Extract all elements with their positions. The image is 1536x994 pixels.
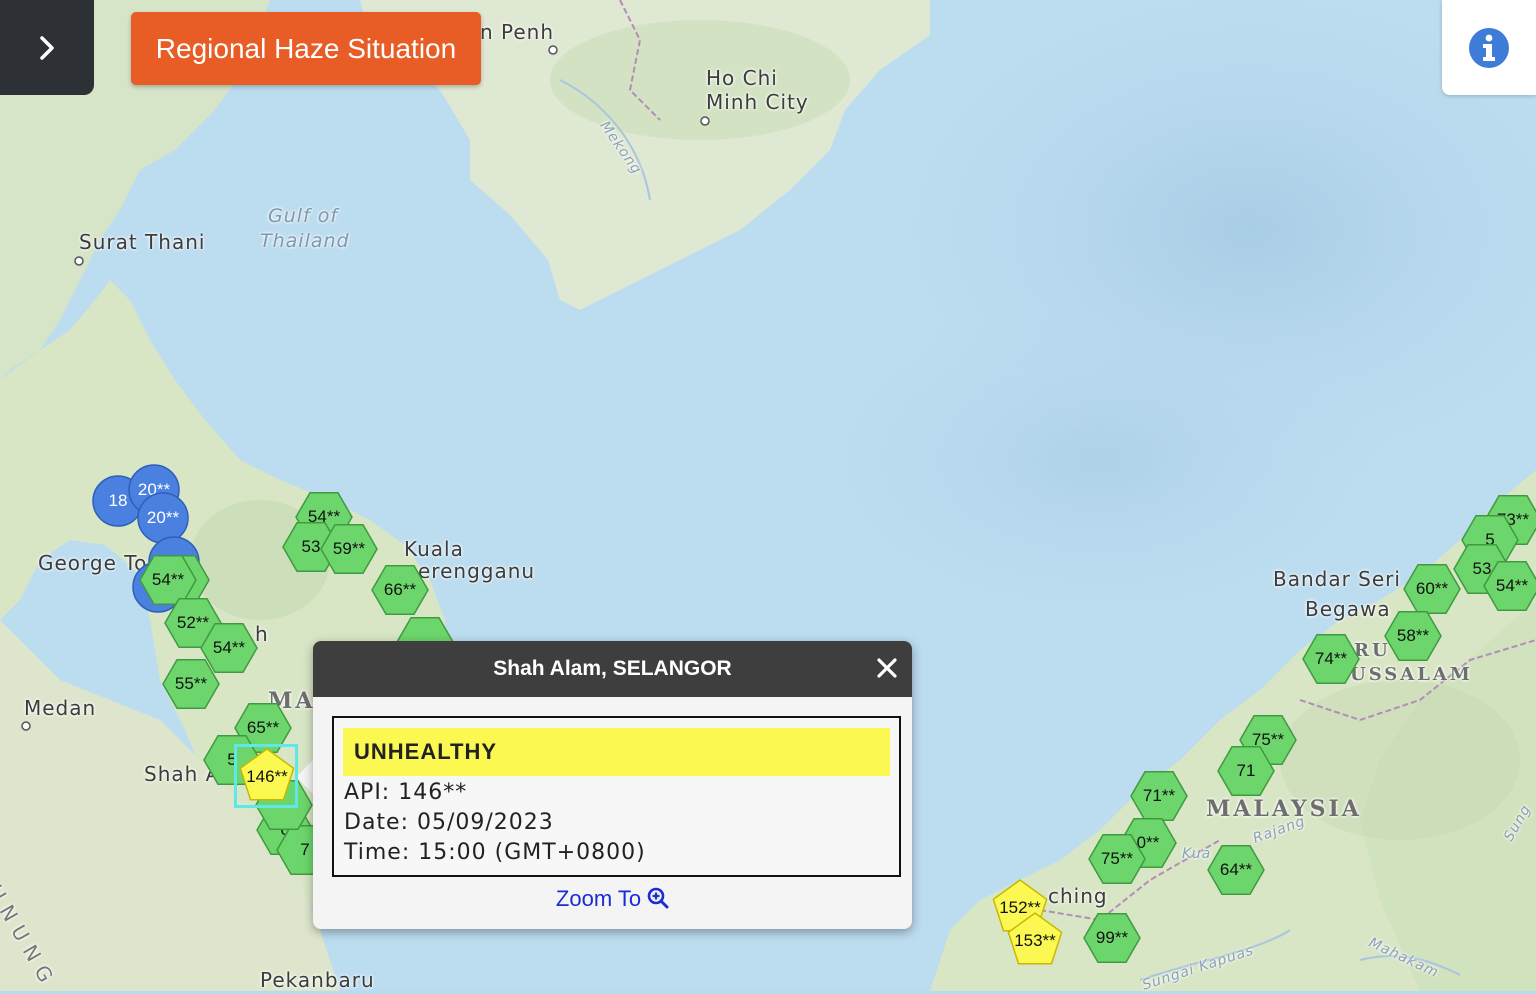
station-marker[interactable]: 66** bbox=[370, 560, 430, 620]
station-marker[interactable]: 146** bbox=[234, 744, 298, 808]
close-icon[interactable] bbox=[874, 655, 900, 681]
station-api-label: 53 bbox=[301, 537, 321, 556]
station-api-label: 74** bbox=[1314, 649, 1348, 668]
popup-pointer bbox=[296, 760, 313, 794]
reading-date: Date: 05/09/2023 bbox=[344, 810, 554, 835]
station-api-label: 66** bbox=[383, 580, 417, 599]
station-api-label: 146** bbox=[246, 767, 288, 786]
station-marker[interactable]: 64** bbox=[1206, 840, 1266, 900]
chevron-right-icon bbox=[40, 35, 54, 60]
zoom-to-link[interactable]: Zoom To bbox=[313, 886, 912, 912]
popup-title: Shah Alam, SELANGOR bbox=[493, 657, 732, 680]
station-api-label: 71 bbox=[1236, 761, 1256, 780]
station-api-label: 20** bbox=[146, 508, 180, 527]
info-button[interactable] bbox=[1442, 0, 1536, 95]
station-api-label: 7 bbox=[300, 840, 310, 859]
station-api-label: 75** bbox=[1100, 849, 1134, 868]
popup-details: UNHEALTHY API: 146** Date: 05/09/2023 Ti… bbox=[332, 716, 901, 877]
station-api-label: 99** bbox=[1095, 928, 1129, 947]
station-marker[interactable]: 153** bbox=[1005, 911, 1065, 971]
station-api-label: 64** bbox=[1219, 860, 1253, 879]
page-title: Regional Haze Situation bbox=[131, 12, 481, 85]
station-api-label: 71** bbox=[1142, 786, 1176, 805]
zoom-to-label: Zoom To bbox=[555, 886, 642, 911]
station-api-label: 153** bbox=[1014, 931, 1056, 950]
station-api-label: 59** bbox=[332, 539, 366, 558]
reading-time: Time: 15:00 (GMT+0800) bbox=[344, 840, 646, 865]
station-api-label: 54** bbox=[1495, 576, 1529, 595]
sidebar-toggle-button[interactable] bbox=[0, 0, 94, 95]
station-popup: Shah Alam, SELANGOR UNHEALTHY API: 146**… bbox=[313, 641, 912, 929]
station-marker[interactable]: 55** bbox=[161, 654, 221, 714]
station-marker[interactable]: 74** bbox=[1301, 629, 1361, 689]
station-marker[interactable]: 75** bbox=[1087, 829, 1147, 889]
station-api-label: 60** bbox=[1415, 579, 1449, 598]
api-reading: API: 146** bbox=[344, 780, 468, 805]
station-api-label: 54** bbox=[151, 570, 185, 589]
station-marker[interactable]: 71 bbox=[1216, 741, 1276, 801]
zoom-in-icon bbox=[647, 887, 669, 909]
station-marker[interactable]: 54** bbox=[1482, 556, 1536, 616]
station-marker[interactable]: 58** bbox=[1383, 606, 1443, 666]
status-badge: UNHEALTHY bbox=[343, 728, 890, 776]
station-api-label: 55** bbox=[174, 674, 208, 693]
station-marker[interactable]: 99** bbox=[1082, 908, 1142, 968]
station-api-label: 58** bbox=[1396, 626, 1430, 645]
info-circle-icon bbox=[1469, 27, 1509, 68]
popup-header: Shah Alam, SELANGOR bbox=[313, 641, 912, 697]
